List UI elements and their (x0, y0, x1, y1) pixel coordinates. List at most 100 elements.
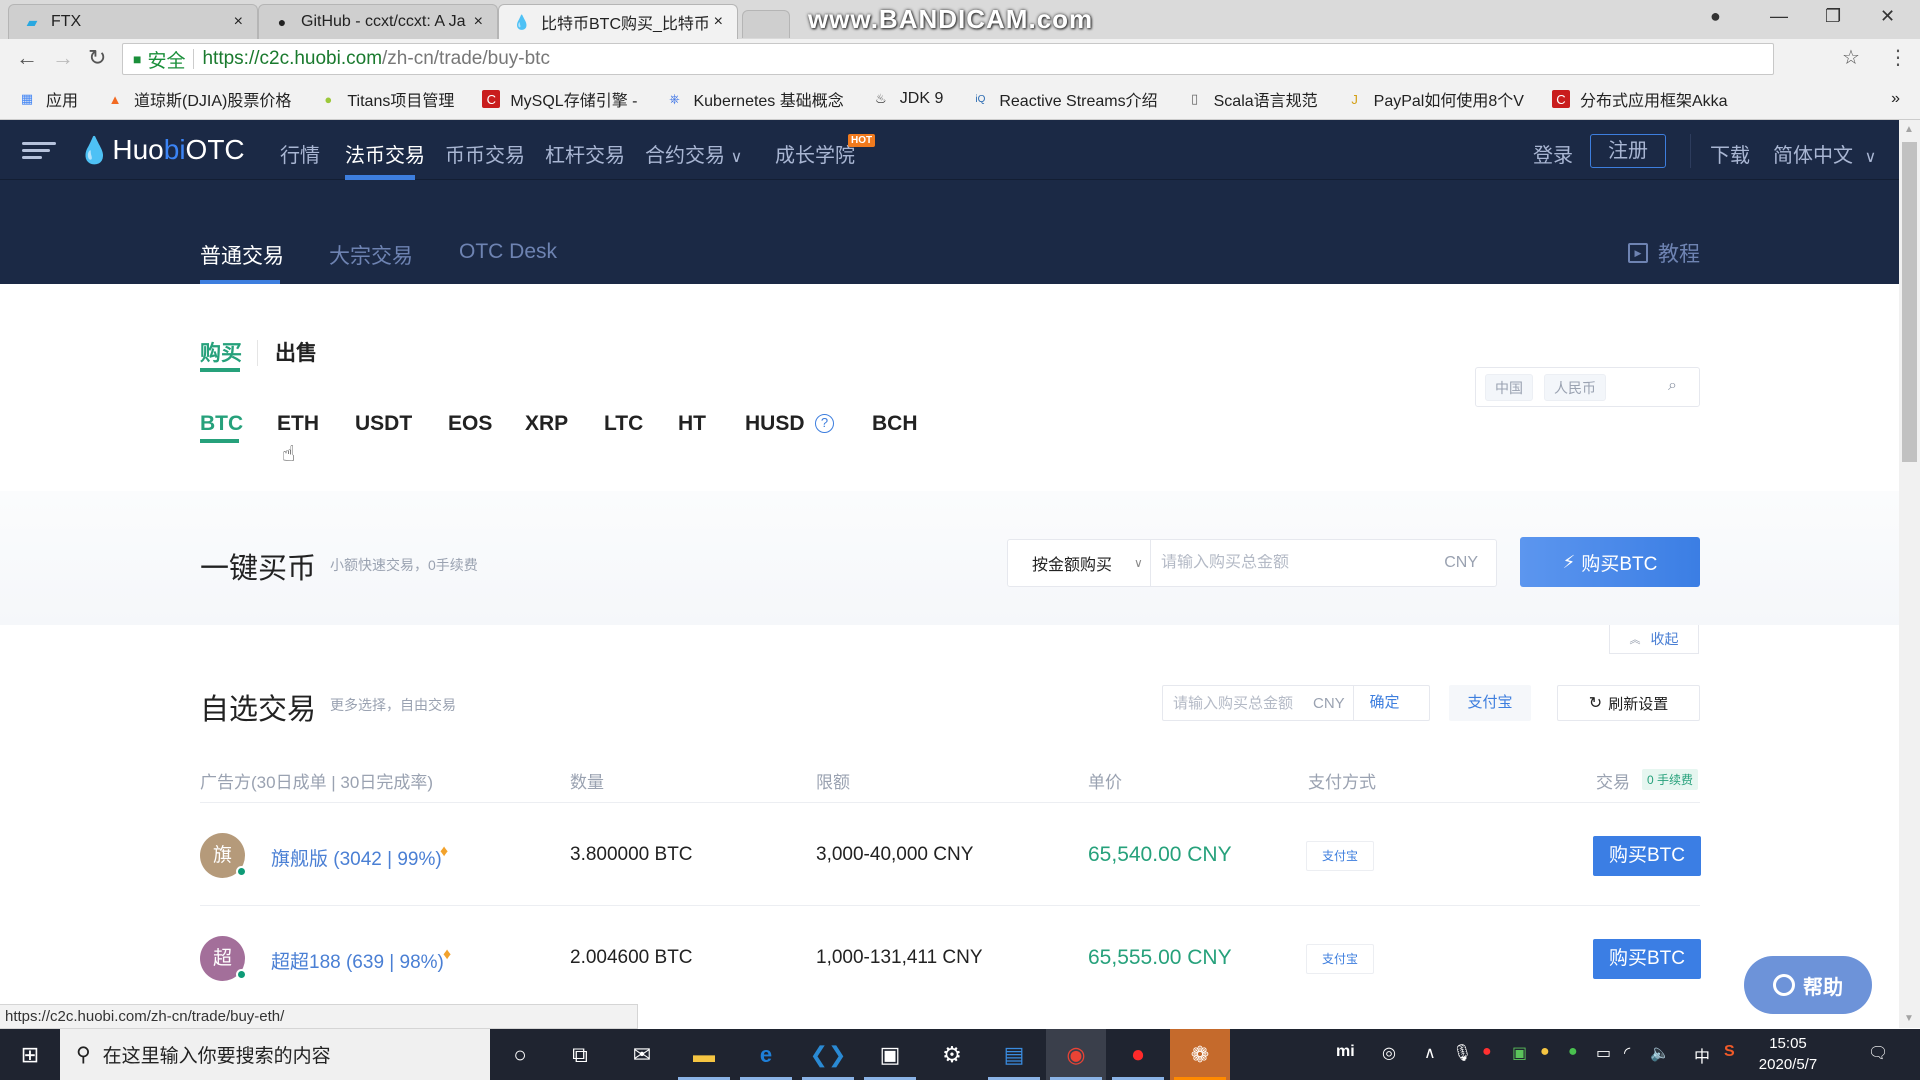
reload-icon[interactable]: ↻ (88, 45, 106, 71)
microphone-icon[interactable]: 🎙 (1452, 1043, 1472, 1063)
tab-otc-desk[interactable]: OTC Desk (459, 240, 557, 264)
window-close-icon[interactable]: ✕ (1880, 6, 1895, 27)
bookmarks-overflow-icon[interactable]: » (1891, 90, 1900, 108)
bookmark-star-icon[interactable]: ☆ (1842, 45, 1860, 70)
network-app-icon[interactable]: ▣ (1512, 1043, 1527, 1063)
coin-tab-eos[interactable]: EOS (448, 412, 492, 436)
buy-mode-select[interactable]: 按金额购买 ∨ (1007, 539, 1151, 587)
close-icon[interactable]: × (234, 13, 243, 31)
buy-amount-input[interactable] (1161, 554, 1445, 572)
payment-method-filter[interactable]: 支付宝 (1449, 685, 1531, 721)
help-circle-icon[interactable]: ? (815, 414, 834, 433)
wechat-icon[interactable]: ● (1568, 1043, 1578, 1061)
edge-icon[interactable]: e (736, 1029, 796, 1080)
coin-tab-eth[interactable]: ETH (277, 412, 319, 436)
mi-icon[interactable]: mi (1336, 1043, 1355, 1061)
bookmark-item[interactable]: C MySQL存储引擎 - (482, 87, 637, 111)
url-bar[interactable]: ■ 安全 https://c2c.huobi.com /zh-cn/trade/… (122, 43, 1774, 75)
amount-filter-field[interactable]: CNY 确定 (1162, 685, 1430, 721)
tab-normal-trade[interactable]: 普通交易 (200, 240, 284, 270)
coin-tab-btc[interactable]: BTC (200, 412, 243, 436)
merchant-link[interactable]: 旗舰版 (3042 | 99%) (271, 844, 442, 871)
nav-academy[interactable]: 成长学院 (775, 139, 855, 168)
nav-market[interactable]: 行情 (280, 139, 320, 168)
bookmark-item[interactable]: iQ Reactive Streams介绍 (971, 87, 1157, 111)
tab-buy[interactable]: 购买 (200, 337, 242, 367)
menu-dots-icon[interactable]: ⋮ (1888, 45, 1908, 70)
new-tab-button[interactable] (742, 10, 790, 38)
close-icon[interactable]: × (474, 13, 483, 31)
avatar[interactable]: 超 (200, 936, 247, 981)
coin-tab-husd[interactable]: HUSD (745, 412, 805, 436)
minimize-icon[interactable]: — (1770, 6, 1788, 27)
back-icon[interactable]: ← (16, 45, 38, 71)
buy-amount-field[interactable]: CNY (1151, 539, 1497, 587)
restore-icon[interactable]: ❐ (1825, 6, 1841, 27)
vscode-icon[interactable]: ❮❯ (798, 1029, 858, 1080)
tutorial-link[interactable]: ▶ 教程 (1628, 238, 1700, 268)
login-link[interactable]: 登录 (1533, 139, 1573, 168)
coin-tab-ht[interactable]: HT (678, 412, 706, 436)
document-app-icon[interactable]: ▤ (984, 1029, 1044, 1080)
region-currency-filter[interactable]: 中国 人民币 ⌕ (1475, 367, 1700, 407)
tray-yellow-icon[interactable]: ● (1540, 1043, 1550, 1061)
bookmark-item[interactable]: ⎈ Kubernetes 基础概念 (665, 87, 844, 111)
scroll-up-icon[interactable]: ▲ (1904, 124, 1914, 135)
avatar[interactable]: 旗 (200, 833, 247, 878)
register-button[interactable]: 注册 (1590, 134, 1666, 168)
tab-github[interactable]: ● GitHub - ccxt/ccxt: A Ja × (258, 4, 498, 39)
country-chip[interactable]: 中国 (1485, 374, 1533, 401)
amount-filter-input[interactable] (1163, 694, 1313, 712)
filter-search-icon[interactable]: ⌕ (1668, 377, 1677, 395)
file-explorer-icon[interactable]: ▬ (674, 1029, 734, 1080)
action-center-icon[interactable]: 🗨 (1868, 1043, 1888, 1063)
terminal-app-icon[interactable]: ▣ (860, 1029, 920, 1080)
profile-icon[interactable]: ● (1710, 6, 1721, 27)
currency-chip[interactable]: 人民币 (1544, 374, 1606, 401)
bookmark-item[interactable]: C 分布式应用框架Akka (1551, 87, 1728, 111)
taskbar-search[interactable]: ⚲ 在这里输入你要搜索的内容 (60, 1029, 490, 1080)
bookmark-item[interactable]: J PayPal如何使用8个V (1346, 87, 1524, 111)
tab-block-trade[interactable]: 大宗交易 (329, 240, 413, 270)
show-hidden-icons-chevron[interactable]: ∧ (1424, 1043, 1436, 1063)
coin-tab-xrp[interactable]: XRP (525, 412, 568, 436)
input-method-indicator[interactable]: 中 (1694, 1043, 1710, 1067)
bookmark-item[interactable]: ▯ Scala语言规范 (1186, 87, 1318, 111)
merchant-link[interactable]: 超超188 (639 | 98%) (271, 947, 444, 974)
volume-icon[interactable]: 🔈 (1650, 1043, 1670, 1063)
buy-btc-button[interactable]: 购买BTC (1593, 939, 1701, 979)
chrome-icon[interactable]: ◉ (1046, 1029, 1106, 1080)
system-clock[interactable]: 15:05 2020/5/7 (1748, 1033, 1828, 1075)
sogou-icon[interactable]: S (1724, 1043, 1735, 1061)
one-click-buy-button[interactable]: ⚡ 购买BTC (1520, 537, 1700, 587)
collapse-button[interactable]: ︽ 收起 (1609, 625, 1699, 654)
mail-icon[interactable]: ✉ (612, 1029, 672, 1080)
forward-icon[interactable]: → (52, 45, 74, 71)
close-icon[interactable]: × (714, 13, 723, 31)
help-chat-button[interactable]: 帮助 (1744, 956, 1872, 1014)
bookmark-item[interactable]: ▲ 道琼斯(DJIA)股票价格 (106, 87, 292, 111)
confirm-button[interactable]: 确定 (1353, 686, 1415, 720)
huobi-otc-logo[interactable]: 💧 Huo bi OTC (78, 134, 245, 166)
page-scrollbar[interactable]: ▲ ▼ (1899, 120, 1920, 1028)
coin-tab-usdt[interactable]: USDT (355, 412, 412, 436)
bookmark-apps[interactable]: ▦ 应用 (18, 87, 78, 111)
nav-contract-trade[interactable]: 合约交易 ∨ (645, 139, 742, 168)
coin-tab-ltc[interactable]: LTC (604, 412, 643, 436)
wifi-icon[interactable]: ◜ (1624, 1043, 1630, 1063)
bookmark-item[interactable]: ♨ JDK 9 (872, 90, 943, 108)
scroll-down-icon[interactable]: ▼ (1904, 1013, 1914, 1024)
tab-ftx[interactable]: ▰ FTX × (8, 4, 258, 39)
tab-huobi[interactable]: 💧 比特币BTC购买_比特币B × (498, 4, 738, 39)
coin-tab-bch[interactable]: BCH (872, 412, 918, 436)
refresh-settings-button[interactable]: ↻ 刷新设置 (1557, 685, 1700, 721)
language-selector[interactable]: 简体中文 ∨ (1773, 139, 1876, 168)
bandicam-record-icon[interactable]: ⏺ (1108, 1029, 1168, 1080)
record-icon[interactable]: ● (1482, 1043, 1492, 1061)
task-view-icon[interactable]: ⧉ (550, 1029, 610, 1080)
settings-gear-icon[interactable]: ⚙ (922, 1029, 982, 1080)
cortana-icon[interactable]: ○ (490, 1029, 550, 1080)
buy-btc-button[interactable]: 购买BTC (1593, 836, 1701, 876)
menu-icon[interactable] (22, 142, 56, 160)
app-red-icon[interactable]: ❁ (1170, 1029, 1230, 1080)
